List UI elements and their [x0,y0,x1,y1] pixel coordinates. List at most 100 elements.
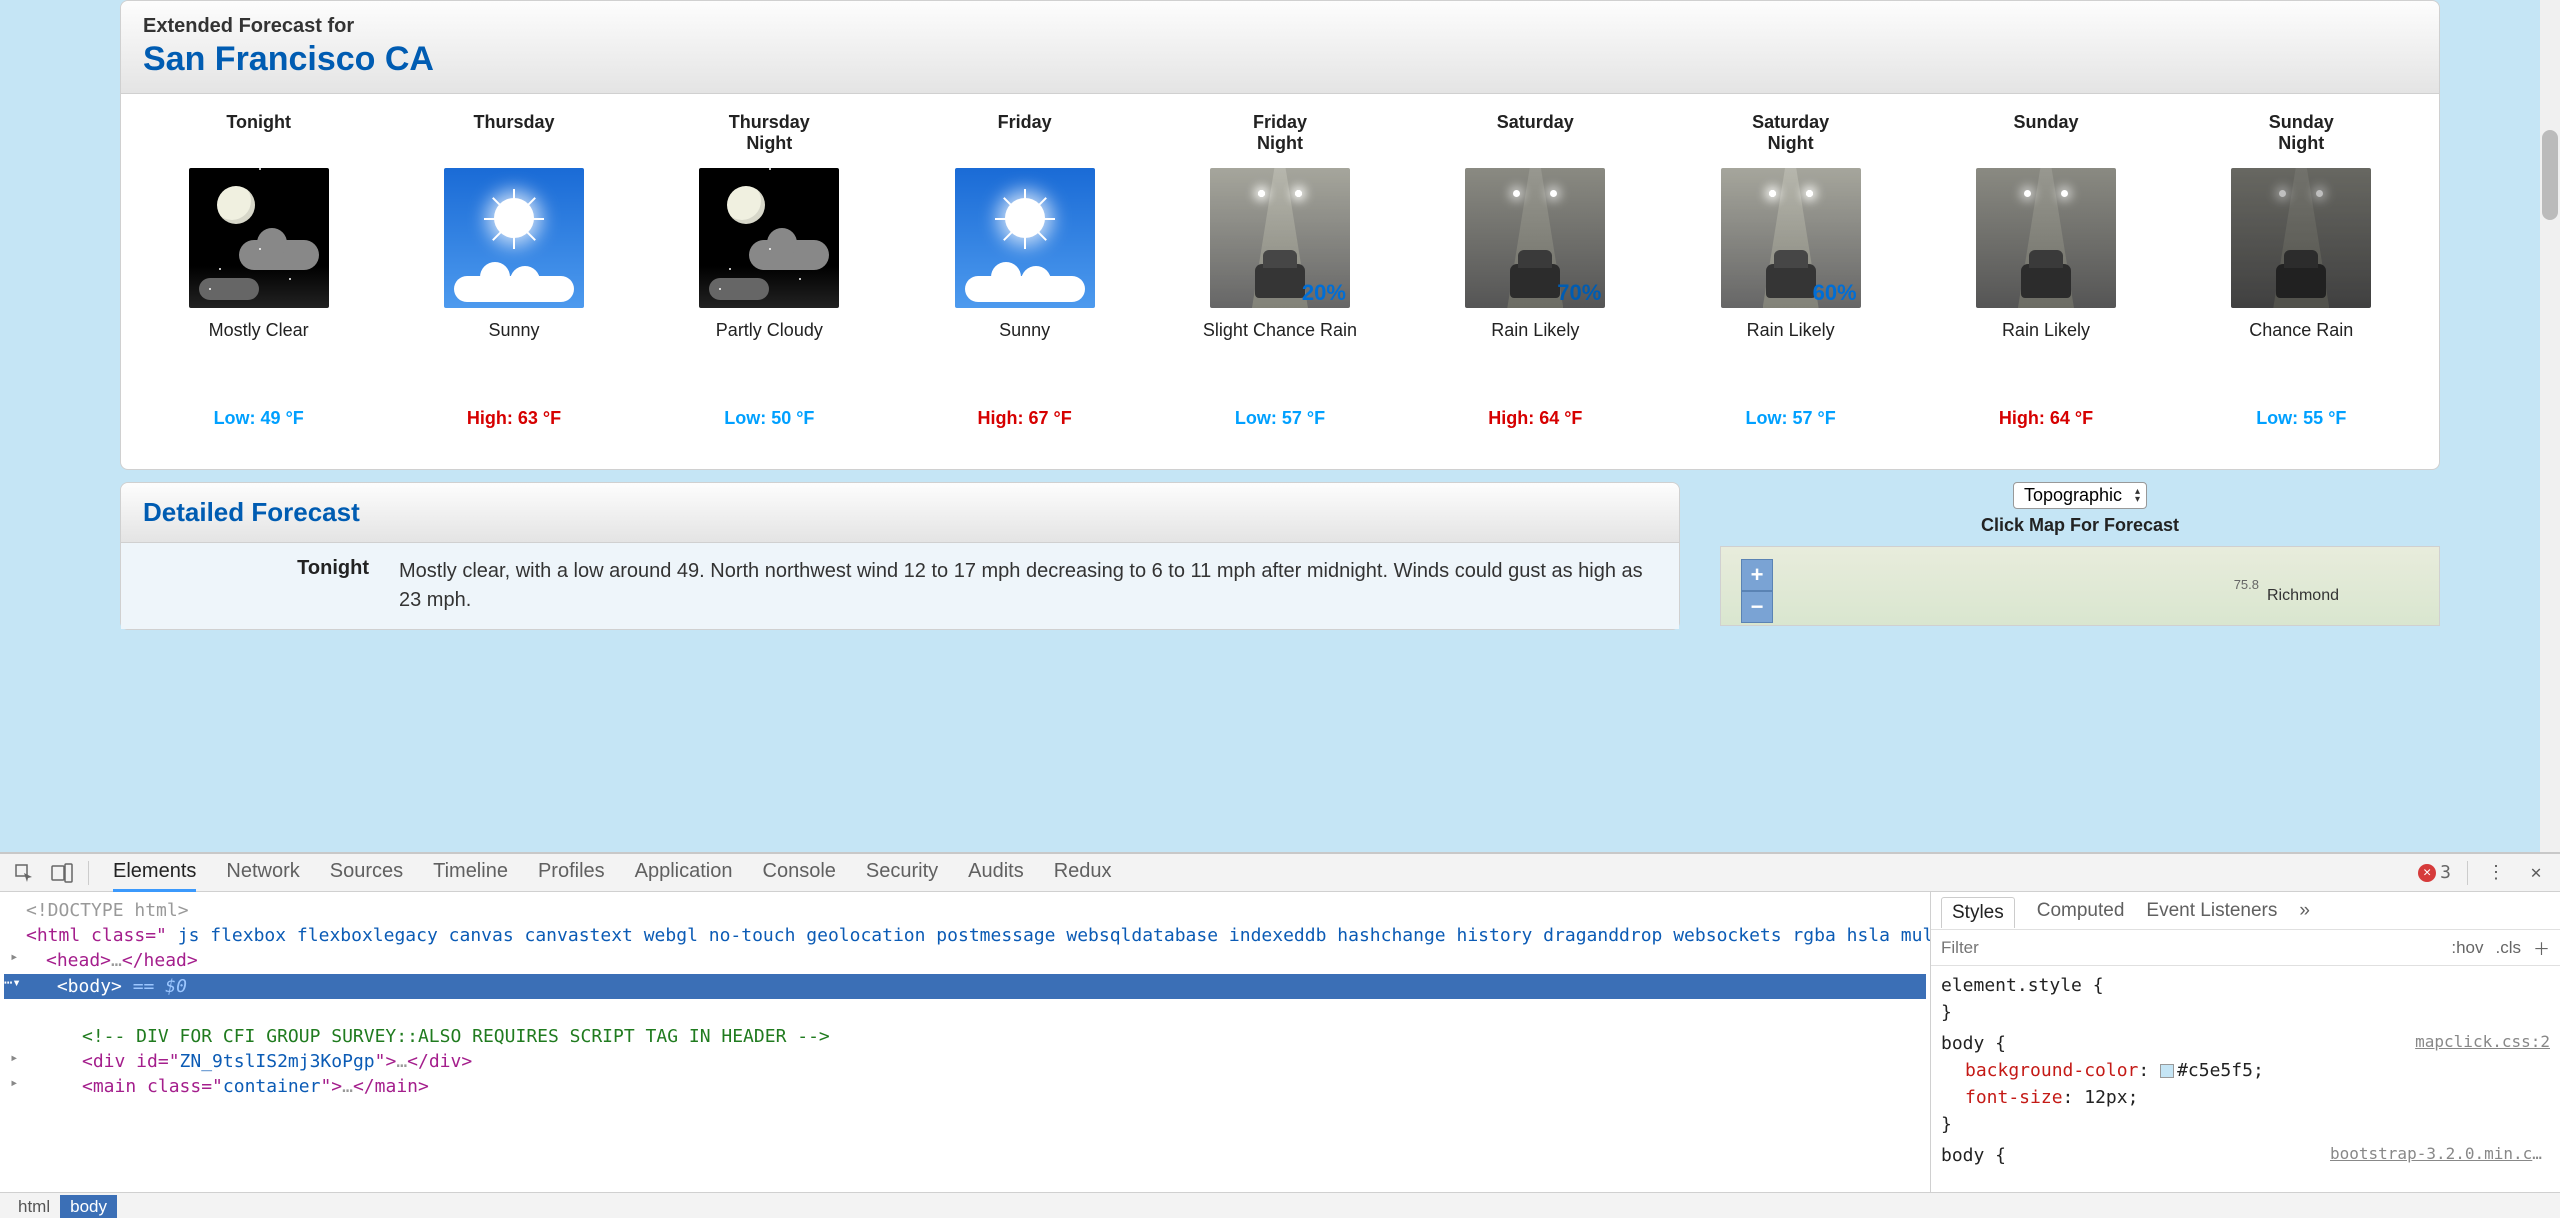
day-name: ThursdayNight [729,112,810,160]
day-name: SundayNight [2269,112,2334,160]
day-temp: High: 64 °F [1999,408,2093,429]
devtools-tab-console[interactable]: Console [763,854,836,892]
rule-source-link[interactable]: bootstrap-3.2.0.min.css:5 [2330,1142,2550,1166]
day-name: Sunday [2013,112,2078,160]
forecast-row: TonightMostly ClearLow: 49 °FThursdaySun… [121,94,2439,469]
styles-pane: Styles Computed Event Listeners » :hov .cls… [1930,892,2560,1192]
detail-period-label: Tonight [139,557,399,615]
map-hint: Click Map For Forecast [1720,515,2440,536]
devtools-tab-redux[interactable]: Redux [1054,854,1112,892]
day-condition: Sunny [995,320,1054,390]
forecast-title-small: Extended Forecast for [143,15,2417,38]
day-temp: High: 63 °F [467,408,561,429]
day-temp: High: 67 °F [978,408,1072,429]
day-temp: Low: 57 °F [1746,408,1836,429]
rule-body-1[interactable]: mapclick.css:2 body { background-color: … [1941,1030,2550,1138]
forecast-day[interactable]: Sunday Rain Likely High: 64 °F [1918,112,2173,429]
dom-comment: <!-- DIV FOR CFI GROUP SURVEY::ALSO REQU… [4,1026,830,1047]
day-condition: Rain Likely [1998,320,2094,390]
devtools-tab-application[interactable]: Application [635,854,733,892]
error-icon: ✕ [2418,864,2436,882]
day-condition: Partly Cloudy [712,320,827,390]
day-temp: Low: 55 °F [2256,408,2346,429]
forecast-map[interactable]: + − 75.8 Richmond [1720,546,2440,626]
forecast-day[interactable]: Tonight Mostly Clear Low: 49 °F [131,112,386,429]
devtools-tab-security[interactable]: Security [866,854,938,892]
day-condition: Rain Likely [1743,320,1839,390]
breadcrumb-html[interactable]: html [8,1195,60,1218]
rule-element-style[interactable]: element.style { } [1941,972,2550,1026]
devtools-tab-network[interactable]: Network [226,854,299,892]
rule-source-link[interactable]: mapclick.css:2 [2415,1030,2550,1054]
chevron-updown-icon: ▴▾ [2135,488,2140,504]
rule-body-2[interactable]: bootstrap-3.2.0.min.css:5 body { [1941,1142,2550,1169]
day-name: Tonight [226,112,291,160]
styles-filter-row: :hov .cls ＋ [1931,930,2560,966]
devtools-tab-audits[interactable]: Audits [968,854,1024,892]
detail-text: Mostly clear, with a low around 49. Nort… [399,557,1661,615]
detailed-forecast-panel: Detailed Forecast TonightMostly clear, w… [120,482,1680,630]
day-condition: Slight Chance Rain [1199,320,1361,390]
detailed-forecast-header: Detailed Forecast [121,483,1679,543]
dom-tree[interactable]: <!DOCTYPE html> <html class=" js flexbox… [0,892,1930,1192]
inspect-icon[interactable] [12,861,36,885]
styles-tabs-overflow-icon[interactable]: » [2299,900,2310,922]
day-name: FridayNight [1253,112,1307,160]
day-temp: Low: 57 °F [1235,408,1325,429]
devtools-tab-elements[interactable]: Elements [113,854,196,892]
dom-head-node[interactable]: <head>…</head> [4,950,198,971]
add-rule-icon[interactable]: ＋ [2533,935,2550,960]
day-name: Saturday [1497,112,1574,160]
styles-tab-styles[interactable]: Styles [1941,897,2015,928]
hov-toggle[interactable]: :hov [2451,938,2483,958]
styles-filter-input[interactable] [1941,938,2439,958]
kebab-menu-icon[interactable]: ⋮ [2484,861,2508,885]
forecast-day[interactable]: SaturdayNight60%Rain LikelyLow: 57 °F [1663,112,1918,429]
day-temp: Low: 50 °F [724,408,814,429]
dom-body-node-selected[interactable]: <body> == $0 [4,974,1926,999]
map-scale: 75.8 [2234,577,2259,592]
devtools-panel: Elements Network Sources Timeline Profiles Ap… [0,852,2560,1218]
forecast-day[interactable]: Saturday70%Rain LikelyHigh: 64 °F [1408,112,1663,429]
styles-tab-event-listeners[interactable]: Event Listeners [2146,900,2277,922]
dom-main-node[interactable]: <main class="container">…</main> [4,1076,429,1097]
forecast-day[interactable]: ThursdayNight Partly Cloudy Low: 50 °F [642,112,897,429]
map-layer-value: Topographic [2024,485,2122,505]
day-condition: Mostly Clear [205,320,313,390]
forecast-day[interactable]: Friday Sunny High: 67 °F [897,112,1152,429]
day-name: SaturdayNight [1752,112,1829,160]
forecast-day[interactable]: SundayNight Chance Rain Low: 55 °F [2174,112,2429,429]
error-count-badge[interactable]: ✕ 3 [2418,862,2451,883]
map-layer-select[interactable]: Topographic ▴▾ [2013,482,2147,509]
breadcrumb: htmlbody [0,1192,2560,1218]
scrollbar-thumb[interactable] [2542,130,2558,220]
breadcrumb-body[interactable]: body [60,1195,117,1218]
device-toggle-icon[interactable] [50,861,74,885]
devtools-tab-profiles[interactable]: Profiles [538,854,605,892]
page-scrollbar[interactable] [2540,0,2560,852]
devtools-toolbar: Elements Network Sources Timeline Profiles Ap… [0,854,2560,892]
detail-row: TonightMostly clear, with a low around 4… [121,543,1679,629]
devtools-tab-sources[interactable]: Sources [330,854,403,892]
styles-tabs: Styles Computed Event Listeners » [1931,892,2560,930]
day-name: Friday [998,112,1052,160]
close-icon[interactable]: ✕ [2524,861,2548,885]
devtools-tab-timeline[interactable]: Timeline [433,854,508,892]
cls-toggle[interactable]: .cls [2496,938,2522,958]
dom-doctype: <!DOCTYPE html> [4,900,189,921]
forecast-title-location[interactable]: San Francisco CA [143,40,2417,79]
zoom-in-button[interactable]: + [1741,559,1773,591]
day-temp: Low: 49 °F [214,408,304,429]
day-condition: Sunny [484,320,543,390]
day-condition: Rain Likely [1487,320,1583,390]
zoom-out-button[interactable]: − [1741,591,1773,623]
day-temp: High: 64 °F [1488,408,1582,429]
styles-tab-computed[interactable]: Computed [2037,900,2125,922]
map-city-label: Richmond [2267,587,2339,605]
day-condition: Chance Rain [2245,320,2357,390]
error-count: 3 [2440,862,2451,883]
forecast-day[interactable]: FridayNight20%Slight Chance RainLow: 57 … [1152,112,1407,429]
dom-div-node[interactable]: <div id="ZN_9tslIS2mj3KoPgp">…</div> [4,1051,472,1072]
forecast-day[interactable]: ThursdaySunnyHigh: 63 °F [386,112,641,429]
extended-forecast-panel: Extended Forecast for San Francisco CA T… [120,0,2440,470]
